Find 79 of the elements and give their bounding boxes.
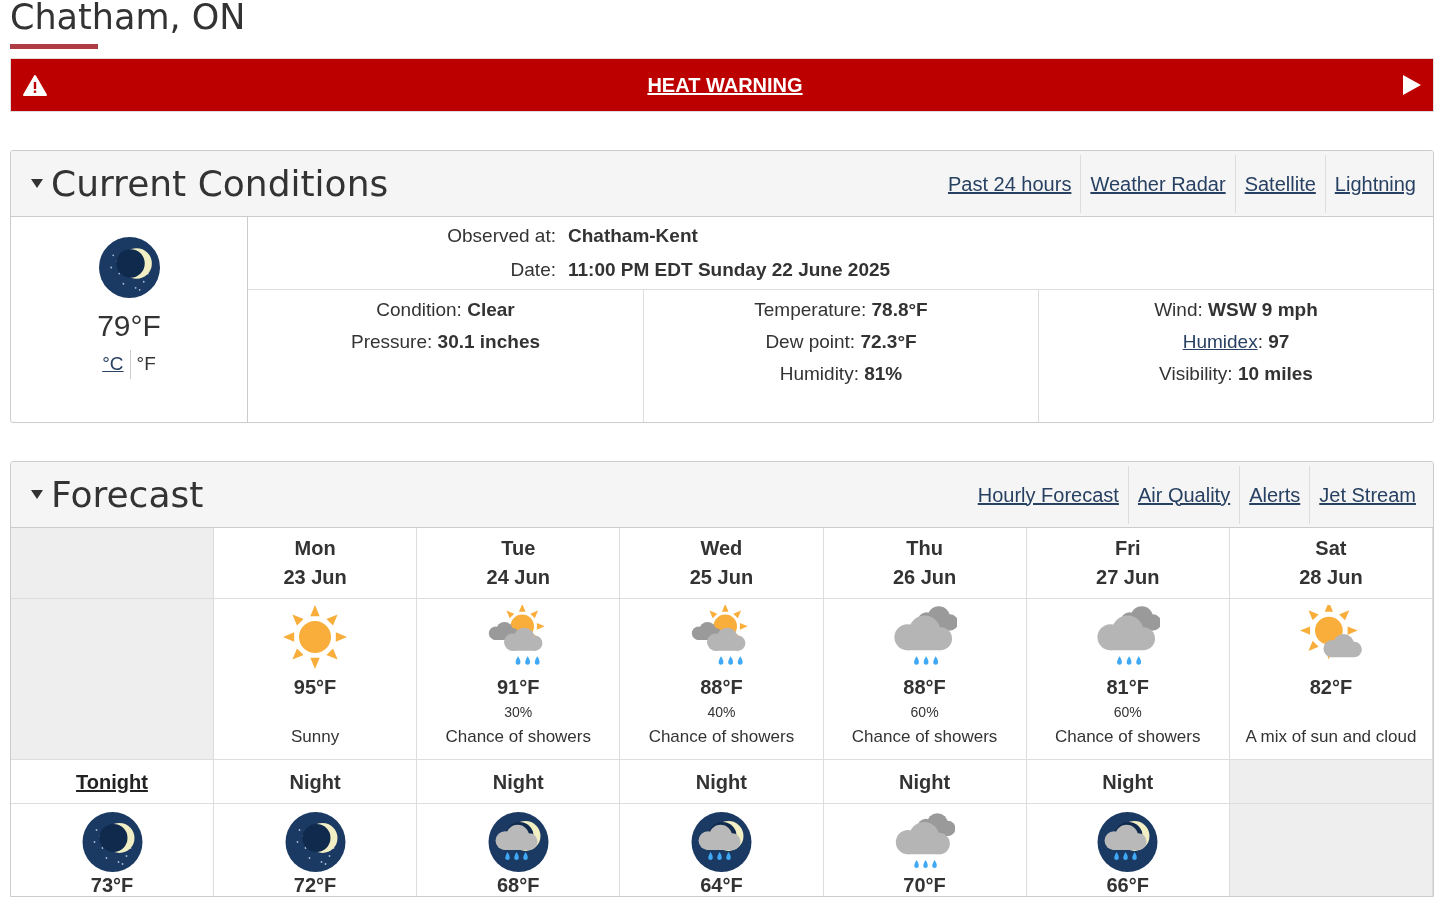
night-label: Night: [695, 769, 747, 795]
condition-reading: Dew point: 72.3°F: [765, 330, 917, 354]
night-temperature: 72°F: [293, 874, 337, 896]
field-label: Date:: [509, 258, 556, 282]
precipitation-chance: 30%: [504, 702, 533, 722]
day-date: 23 Jun: [283, 566, 347, 589]
day-name: Thu: [906, 537, 943, 560]
collapse-caret-icon[interactable]: [31, 179, 43, 188]
condition-reading: Humidex: 97: [1182, 330, 1290, 354]
field-value: 11:00 PM EDT Sunday 22 June 2025: [568, 258, 892, 282]
header-link[interactable]: Hourly Forecast: [968, 465, 1128, 524]
night-label: Night: [289, 769, 341, 795]
condition-reading: Humidity: 81%: [779, 362, 903, 386]
day-name: Sat: [1315, 537, 1347, 560]
condition-reading: Visibility: 10 miles: [1159, 362, 1313, 386]
condition-reading: Temperature: 78.8°F: [754, 298, 928, 322]
condition-reading: Condition: Clear: [376, 298, 515, 322]
day-name: Wed: [700, 537, 743, 560]
section-title: Current Conditions: [51, 165, 389, 202]
forecast-summary: Chance of showers: [851, 726, 998, 748]
warning-icon: [23, 74, 47, 96]
day-date: 25 Jun: [689, 566, 754, 589]
precipitation-chance: 40%: [707, 702, 736, 722]
night-label: Night: [492, 769, 544, 795]
forecast-temperature: 81°F: [1106, 675, 1149, 699]
header-link[interactable]: Lightning: [1324, 154, 1425, 213]
moon-icon: [81, 812, 143, 872]
forecast-temperature: 88°F: [903, 675, 946, 699]
day-date: 27 Jun: [1096, 566, 1160, 589]
moon-cloud-rain-icon: [1097, 812, 1159, 872]
page-title: Chatham, ON: [10, 0, 247, 36]
moon-cloud-rain-icon: [487, 812, 549, 872]
current-temperature: 79°F: [97, 308, 161, 344]
precipitation-chance: 60%: [1113, 702, 1142, 722]
condition-reading: Pressure: 30.1 inches: [350, 330, 540, 354]
day-name: Tue: [501, 537, 536, 560]
night-label: Night: [899, 769, 951, 795]
night-temperature: 70°F: [903, 874, 946, 896]
forecast-summary: Chance of showers: [648, 726, 795, 748]
forecast-summary: Sunny: [290, 726, 340, 748]
sun-icon: [283, 605, 348, 669]
forecast-summary: Chance of showers: [1054, 726, 1201, 748]
field-label: Observed at:: [446, 223, 556, 248]
unit-toggle[interactable]: °F: [129, 350, 162, 379]
reading-link[interactable]: Humidex: [1182, 331, 1258, 352]
header-link[interactable]: Past 24 hours: [938, 154, 1081, 213]
collapse-caret-icon[interactable]: [31, 490, 43, 499]
night-label: Night: [1102, 769, 1154, 795]
moon-icon: [284, 812, 346, 872]
play-icon[interactable]: [1403, 75, 1421, 95]
forecast-temperature: 95°F: [293, 675, 337, 699]
forecast-temperature: 88°F: [700, 675, 743, 699]
day-date: 26 Jun: [892, 566, 957, 589]
night-temperature: 73°F: [90, 874, 134, 896]
night-temperature: 68°F: [497, 874, 540, 896]
condition-reading: Wind: WSW 9 mph: [1154, 298, 1318, 322]
moon-icon: [98, 237, 160, 298]
forecast-temperature: 82°F: [1309, 675, 1353, 699]
header-link[interactable]: Alerts: [1239, 465, 1310, 524]
header-link[interactable]: Weather Radar: [1080, 154, 1235, 213]
forecast-summary: A mix of sun and cloud: [1245, 726, 1417, 748]
forecast-temperature: 91°F: [497, 675, 540, 699]
unit-toggle[interactable]: °C: [96, 350, 130, 379]
night-temperature: 64°F: [700, 874, 743, 896]
tonight-link[interactable]: Tonight: [76, 766, 148, 797]
alert-link[interactable]: HEAT WARNING: [647, 70, 803, 100]
header-link[interactable]: Air Quality: [1127, 465, 1240, 524]
day-date: 28 Jun: [1299, 566, 1363, 589]
field-value: Chatham-Kent: [568, 223, 699, 248]
day-name: Mon: [294, 537, 336, 560]
section-title: Forecast: [51, 476, 204, 513]
day-name: Fri: [1114, 537, 1141, 560]
precipitation-chance: 60%: [910, 702, 939, 722]
night-temperature: 66°F: [1106, 874, 1149, 896]
header-link[interactable]: Satellite: [1234, 154, 1325, 213]
header-link[interactable]: Jet Stream: [1309, 465, 1425, 524]
day-date: 24 Jun: [486, 566, 550, 589]
moon-cloud-rain-icon: [690, 812, 752, 872]
forecast-summary: Chance of showers: [445, 726, 591, 748]
